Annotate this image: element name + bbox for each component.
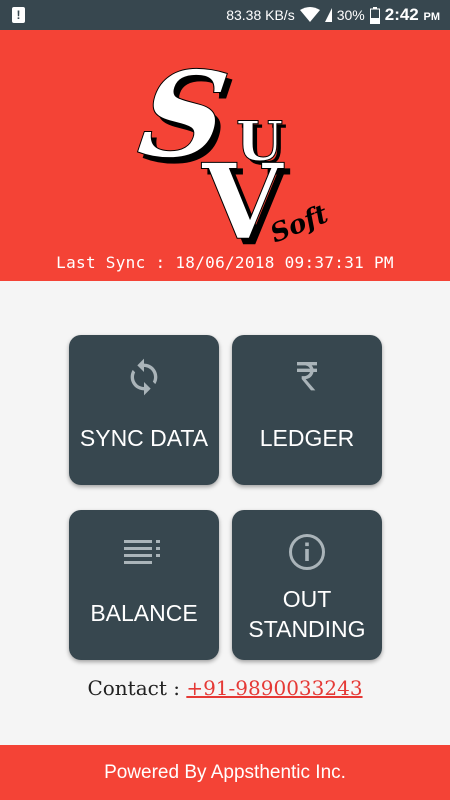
footer-banner: Powered By Appsthentic Inc. (0, 745, 450, 800)
balance-button[interactable]: BALANCE (69, 510, 219, 660)
ledger-label: LEDGER (259, 425, 355, 451)
outstanding-label-line2: STANDING (248, 616, 366, 642)
list-icon (124, 540, 160, 564)
contact-label: Contact : (87, 676, 187, 700)
sv-soft-logo: S S U U V V Soft (131, 52, 330, 252)
alert-icon: ! (12, 7, 25, 23)
sync-icon (130, 358, 158, 396)
sync-data-label: SYNC DATA (79, 425, 209, 451)
battery-icon (369, 6, 380, 24)
header-banner: S S U U V V Soft Last Sync : 18/06/2018 … (0, 30, 450, 281)
outstanding-button[interactable]: OUT STANDING (232, 510, 382, 660)
phone-link[interactable]: +91-9890033243 (186, 676, 362, 700)
wifi-icon (299, 7, 320, 22)
info-icon (289, 534, 325, 570)
rupee-icon (297, 362, 317, 391)
clock: 2:42 PM (384, 5, 440, 24)
outstanding-label-line1: OUT (282, 586, 332, 612)
footer-text: Powered By Appsthentic Inc. (104, 761, 346, 783)
sync-data-button[interactable]: SYNC DATA (69, 335, 219, 485)
signal-icon (324, 8, 332, 22)
contact-line: Contact : +91-9890033243 (0, 676, 450, 700)
ledger-button[interactable]: LEDGER (232, 335, 382, 485)
status-bar: ! 83.38 KB/s 30% 2:42 PM (0, 0, 450, 30)
network-speed: 83.38 KB/s (226, 7, 295, 23)
last-sync-text: Last Sync : 18/06/2018 09:37:31 PM (56, 253, 394, 272)
balance-label: BALANCE (90, 600, 198, 626)
battery-percent: 30% (336, 7, 365, 23)
